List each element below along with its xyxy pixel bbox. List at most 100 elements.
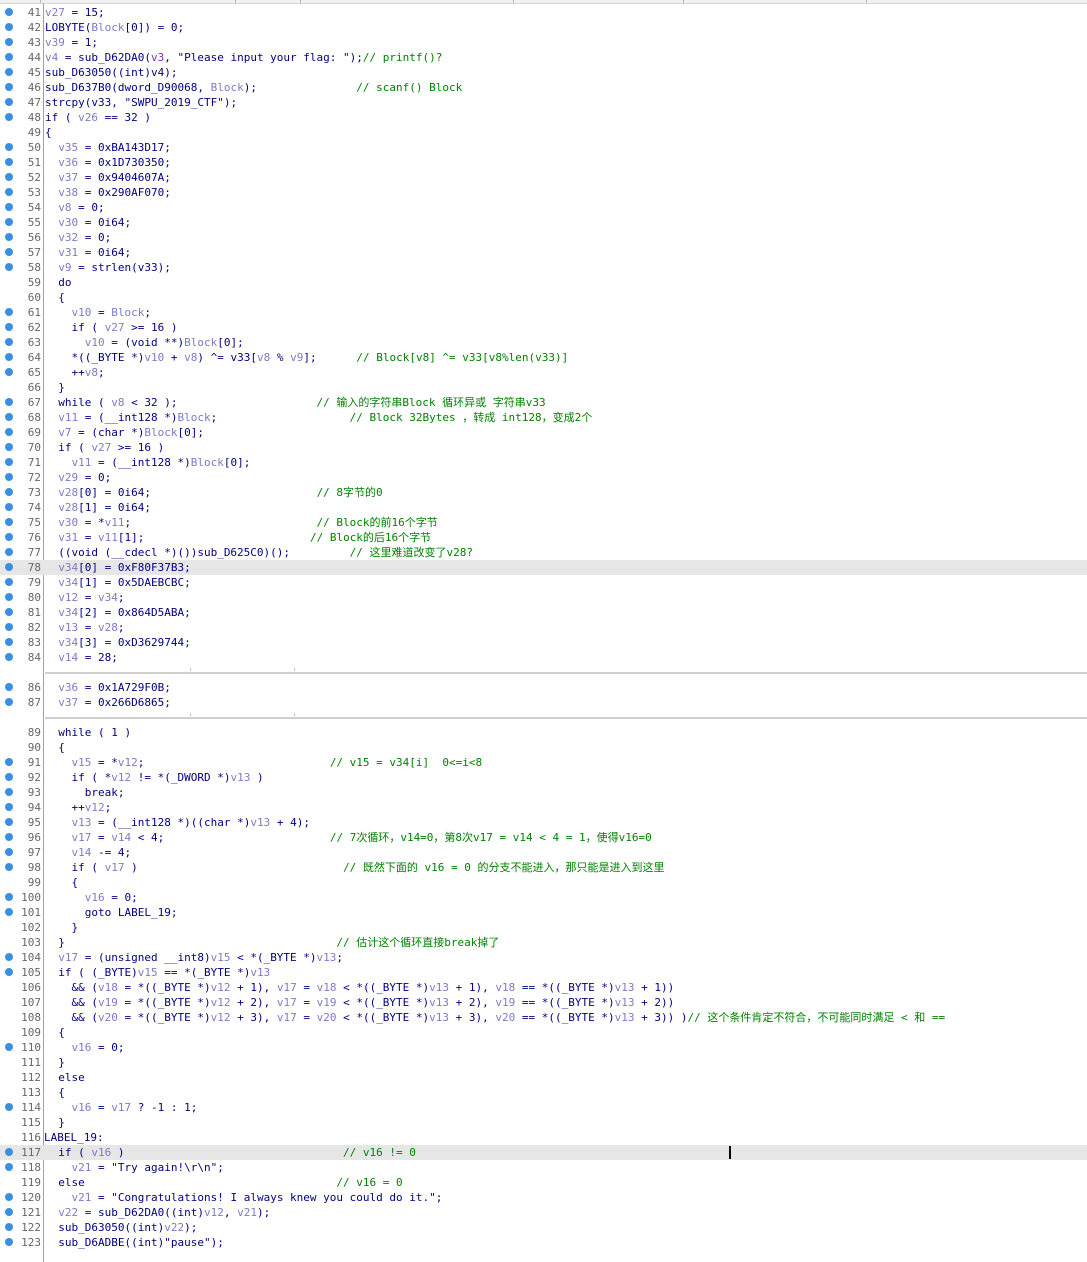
code-line[interactable]: 46 sub_D637B0(dword_D90068, Block); // sc… <box>0 80 1087 95</box>
code-text[interactable]: v13 = (__int128 *)((char *)v13 + 4); <box>45 815 310 830</box>
code-line[interactable]: 113 { <box>0 1085 1087 1100</box>
breakpoint-dot-icon[interactable] <box>5 23 13 31</box>
code-line[interactable]: 57 v31 = 0i64; <box>0 245 1087 260</box>
breakpoint-dot-icon[interactable] <box>5 683 13 691</box>
breakpoint-dot-icon[interactable] <box>5 323 13 331</box>
code-text[interactable]: v34[2] = 0x864D5ABA; <box>45 605 190 620</box>
code-line[interactable]: 62 if ( v27 >= 16 ) <box>0 320 1087 335</box>
breakpoint-dot-icon[interactable] <box>5 578 13 586</box>
code-line[interactable]: 42 LOBYTE(Block[0]) = 0; <box>0 20 1087 35</box>
code-text[interactable]: v17 = v14 < 4; // 7次循环，v14=0，第8次v17 = v1… <box>45 830 652 845</box>
code-line[interactable]: 115 } <box>0 1115 1087 1130</box>
code-line[interactable]: 69 v7 = (char *)Block[0]; <box>0 425 1087 440</box>
code-text[interactable]: && (v19 = *((_BYTE *)v12 + 2), v17 = v19… <box>45 995 675 1010</box>
code-line[interactable]: 90 { <box>0 740 1087 755</box>
code-line[interactable]: 121 v22 = sub_D62DA0((int)v12, v21); <box>0 1205 1087 1220</box>
code-line[interactable]: 53 v38 = 0x290AF070; <box>0 185 1087 200</box>
breakpoint-dot-icon[interactable] <box>5 863 13 871</box>
code-line[interactable]: 94 ++v12; <box>0 800 1087 815</box>
breakpoint-dot-icon[interactable] <box>5 608 13 616</box>
code-text[interactable]: if ( v27 >= 16 ) <box>45 440 164 455</box>
code-line[interactable]: 51 v36 = 0x1D730350; <box>0 155 1087 170</box>
breakpoint-dot-icon[interactable] <box>5 893 13 901</box>
code-text[interactable]: { <box>45 740 65 755</box>
breakpoint-dot-icon[interactable] <box>5 443 13 451</box>
code-text[interactable]: v11 = (__int128 *)Block; // Block 32Byte… <box>45 410 592 425</box>
code-text[interactable]: v35 = 0xBA143D17; <box>45 140 171 155</box>
breakpoint-dot-icon[interactable] <box>5 308 13 316</box>
breakpoint-dot-icon[interactable] <box>5 488 13 496</box>
code-text[interactable]: v36 = 0x1A729F0B; <box>45 680 171 695</box>
code-text[interactable]: v34[0] = 0xF80F37B3; <box>45 560 190 575</box>
code-text[interactable]: v10 = (void **)Block[0]; <box>45 335 244 350</box>
breakpoint-dot-icon[interactable] <box>5 1103 13 1111</box>
code-line[interactable]: 50 v35 = 0xBA143D17; <box>0 140 1087 155</box>
code-line[interactable]: 41 v27 = 15; <box>0 5 1087 20</box>
breakpoint-dot-icon[interactable] <box>5 623 13 631</box>
breakpoint-dot-icon[interactable] <box>5 8 13 16</box>
code-line[interactable]: 77 ((void (__cdecl *)())sub_D625C0)(); /… <box>0 545 1087 560</box>
breakpoint-dot-icon[interactable] <box>5 638 13 646</box>
code-line[interactable]: 60 { <box>0 290 1087 305</box>
code-text[interactable]: v17 = (unsigned __int8)v15 < *(_BYTE *)v… <box>45 950 343 965</box>
code-line[interactable]: 117 if ( v16 ) // v16 != 0 <box>0 1145 1087 1160</box>
breakpoint-dot-icon[interactable] <box>5 653 13 661</box>
pseudocode-editor[interactable]: 41 v27 = 15; 42 LOBYTE(Block[0]) = 0; 43 v39 … <box>0 0 1087 1262</box>
code-text[interactable]: v4 = sub_D62DA0(v3, "Please input your f… <box>45 50 442 65</box>
code-line[interactable]: 45 sub_D63050((int)v4); <box>0 65 1087 80</box>
code-text[interactable]: v16 = 0; <box>45 890 138 905</box>
code-line[interactable]: 96 v17 = v14 < 4; // 7次循环，v14=0，第8次v17 =… <box>0 830 1087 845</box>
code-line[interactable]: 64 *((_BYTE *)v10 + v8) ^= v33[v8 % v9];… <box>0 350 1087 365</box>
breakpoint-dot-icon[interactable] <box>5 1163 13 1171</box>
code-text[interactable]: } <box>45 1055 65 1070</box>
code-line[interactable]: 71 v11 = (__int128 *)Block[0]; <box>0 455 1087 470</box>
code-line[interactable]: 109 { <box>0 1025 1087 1040</box>
code-text[interactable]: strcpy(v33, "SWPU_2019_CTF"); <box>45 95 237 110</box>
code-text[interactable]: *((_BYTE *)v10 + v8) ^= v33[v8 % v9]; //… <box>45 350 569 365</box>
breakpoint-dot-icon[interactable] <box>5 1223 13 1231</box>
breakpoint-dot-icon[interactable] <box>5 1148 13 1156</box>
code-line[interactable]: 110 v16 = 0; <box>0 1040 1087 1055</box>
breakpoint-dot-icon[interactable] <box>5 98 13 106</box>
code-line[interactable]: 112 else <box>0 1070 1087 1085</box>
code-text[interactable]: } <box>45 920 79 935</box>
code-line[interactable]: 72 v29 = 0; <box>0 470 1087 485</box>
code-text[interactable]: while ( v8 < 32 ); // 输入的字符串Block 循环异或 字… <box>45 395 545 410</box>
code-line[interactable]: 101 goto LABEL_19; <box>0 905 1087 920</box>
breakpoint-dot-icon[interactable] <box>5 173 13 181</box>
code-text[interactable]: break; <box>45 785 125 800</box>
code-text[interactable]: v36 = 0x1D730350; <box>45 155 171 170</box>
code-line[interactable]: 79 v34[1] = 0x5DAEBCBC; <box>0 575 1087 590</box>
code-text[interactable]: v13 = v28; <box>45 620 124 635</box>
breakpoint-dot-icon[interactable] <box>5 218 13 226</box>
code-line[interactable]: 93 break; <box>0 785 1087 800</box>
code-text[interactable]: && (v20 = *((_BYTE *)v12 + 3), v17 = v20… <box>45 1010 946 1025</box>
code-text[interactable]: v21 = "Try again!\r\n"; <box>45 1160 224 1175</box>
breakpoint-dot-icon[interactable] <box>5 1208 13 1216</box>
code-text[interactable]: v30 = *v11; // Block的前16个字节 <box>45 515 438 530</box>
code-line[interactable]: 84 v14 = 28; <box>0 650 1087 665</box>
code-line[interactable]: 106 && (v18 = *((_BYTE *)v12 + 1), v17 =… <box>0 980 1087 995</box>
code-line[interactable]: 70 if ( v27 >= 16 ) <box>0 440 1087 455</box>
breakpoint-dot-icon[interactable] <box>5 143 13 151</box>
code-line[interactable]: 99 { <box>0 875 1087 890</box>
code-text[interactable]: sub_D63050((int)v4); <box>45 65 177 80</box>
breakpoint-dot-icon[interactable] <box>5 758 13 766</box>
code-text[interactable]: { <box>45 1025 65 1040</box>
code-line[interactable]: 78 v34[0] = 0xF80F37B3; <box>0 560 1087 575</box>
breakpoint-dot-icon[interactable] <box>5 428 13 436</box>
code-text[interactable]: v31 = v11[1]; // Block的后16个字节 <box>45 530 431 545</box>
code-line[interactable]: 108 && (v20 = *((_BYTE *)v12 + 3), v17 =… <box>0 1010 1087 1025</box>
breakpoint-dot-icon[interactable] <box>5 593 13 601</box>
breakpoint-dot-icon[interactable] <box>5 563 13 571</box>
code-line[interactable]: 76 v31 = v11[1]; // Block的后16个字节 <box>0 530 1087 545</box>
code-line[interactable]: 56 v32 = 0; <box>0 230 1087 245</box>
code-text[interactable]: LABEL_19: <box>44 1130 104 1145</box>
breakpoint-dot-icon[interactable] <box>5 53 13 61</box>
breakpoint-dot-icon[interactable] <box>5 113 13 121</box>
code-text[interactable]: { <box>45 1085 65 1100</box>
code-line[interactable]: 119 else // v16 = 0 <box>0 1175 1087 1190</box>
breakpoint-dot-icon[interactable] <box>5 458 13 466</box>
code-line[interactable]: 118 v21 = "Try again!\r\n"; <box>0 1160 1087 1175</box>
code-line[interactable]: 91 v15 = *v12; // v15 = v34[i] 0<=i<8 <box>0 755 1087 770</box>
